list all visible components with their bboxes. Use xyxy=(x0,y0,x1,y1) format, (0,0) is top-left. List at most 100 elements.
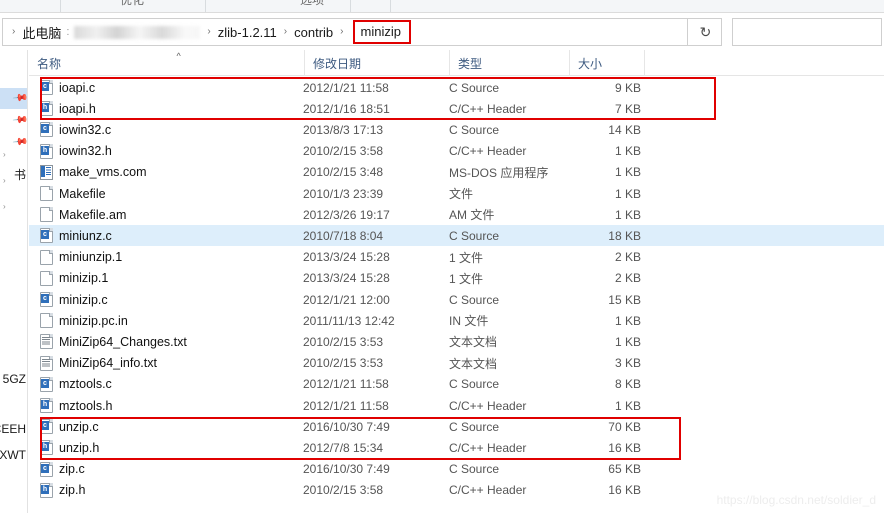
table-row[interactable]: h ioapi.h 2012/1/16 18:51 C/C++ Header 7 KB xyxy=(29,98,884,119)
file-name-cell[interactable]: MiniZip64_Changes.txt xyxy=(40,334,187,350)
nav-expand-chevron-icon[interactable]: › xyxy=(3,202,6,211)
column-header-1[interactable]: 修改日期 xyxy=(304,50,449,76)
breadcrumb-item-contrib[interactable]: contrib xyxy=(292,24,335,41)
ribbon-strip: 优化 选项 xyxy=(0,0,884,13)
table-row[interactable]: miniunzip.1 2013/3/24 15:28 1 文件 2 KB xyxy=(29,247,884,268)
file-type-cell: C/C++ Header xyxy=(449,101,527,116)
table-row[interactable]: MiniZip64_info.txt 2010/2/15 3:53 文本文档 3 KB xyxy=(29,353,884,374)
file-name-cell[interactable]: c zip.c xyxy=(40,461,85,477)
file-size-cell: 1 KB xyxy=(614,186,641,201)
file-name-label: unzip.h xyxy=(59,440,100,455)
file-name-cell[interactable]: miniunzip.1 xyxy=(40,249,123,265)
ribbon-tab-options[interactable]: 选项 xyxy=(300,0,324,8)
table-row[interactable]: c minizip.c 2012/1/21 12:00 C Source 15 KB xyxy=(29,289,884,310)
file-date-cell: 2012/1/21 11:58 xyxy=(303,80,389,95)
file-name-cell[interactable]: minizip.1 xyxy=(40,270,109,286)
file-name-label: minizip.1 xyxy=(59,271,109,286)
refresh-button[interactable]: ↻ xyxy=(690,18,722,46)
file-name-cell[interactable]: c ioapi.c xyxy=(40,80,95,95)
file-name-cell[interactable]: Makefile xyxy=(40,186,106,201)
nav-expand-chevron-icon[interactable]: › xyxy=(3,176,6,185)
file-size-cell: 1 KB xyxy=(614,398,641,413)
watermark: https://blog.csdn.net/soldier_d xyxy=(716,493,876,507)
file-date-cell: 2011/11/13 12:42 xyxy=(303,313,395,328)
table-row[interactable]: c miniunz.c 2010/7/18 8:04 C Source 18 KB xyxy=(29,225,884,247)
table-row[interactable]: h iowin32.h 2010/2/15 3:58 C/C++ Header 1 KB xyxy=(29,141,884,162)
nav-pane-item[interactable]: CEEH xyxy=(0,418,27,439)
column-header-2[interactable]: 类型 xyxy=(449,50,569,76)
file-name-cell[interactable]: MiniZip64_info.txt xyxy=(40,355,157,371)
c-source-icon: c xyxy=(40,122,53,138)
table-row[interactable]: h mztools.h 2012/1/21 11:58 C/C++ Header 1 K… xyxy=(29,395,884,416)
table-row[interactable]: make_vms.com 2010/2/15 3:48 MS-DOS 应用程序 1 K… xyxy=(29,162,884,183)
file-name-cell[interactable]: c iowin32.c xyxy=(40,122,111,138)
file-name-cell[interactable]: h ioapi.h xyxy=(40,101,96,117)
table-row[interactable]: h unzip.h 2012/7/8 15:34 C/C++ Header 16 KB xyxy=(29,437,884,458)
ribbon-tab-optimize[interactable]: 优化 xyxy=(120,0,144,8)
file-name-cell[interactable]: h iowin32.h xyxy=(40,143,112,159)
breadcrumb-blurred-path[interactable] xyxy=(74,25,201,39)
file-name-cell[interactable]: make_vms.com xyxy=(40,164,147,180)
search-box[interactable] xyxy=(732,18,882,46)
file-date-cell: 2012/3/26 19:17 xyxy=(303,207,390,222)
table-row[interactable]: c zip.c 2016/10/30 7:49 C Source 65 KB xyxy=(29,459,884,480)
file-name-label: miniunzip.1 xyxy=(59,250,123,265)
table-row[interactable]: c iowin32.c 2013/8/3 17:13 C Source 14 KB xyxy=(29,119,884,140)
breadcrumb-item-this-pc[interactable]: 此电脑 xyxy=(20,22,63,43)
file-date-cell: 2010/1/3 23:39 xyxy=(303,186,384,201)
column-header-label: 类型 xyxy=(458,56,483,71)
file-date-cell: 2013/8/3 17:13 xyxy=(303,122,384,137)
chevron-right-icon: › xyxy=(207,26,211,37)
file-size-cell: 2 KB xyxy=(614,271,641,286)
nav-pane-item-label: 书 xyxy=(13,168,26,182)
nav-pane-item-label: CEEH xyxy=(0,421,26,436)
navigation-pane[interactable]: 📌 📌 📌 书 5GZ CEEH XWT › › › xyxy=(0,50,28,513)
table-row[interactable]: c ioapi.c 2012/1/21 11:58 C Source 9 KB xyxy=(29,77,884,98)
breadcrumb-item-minizip[interactable]: minizip xyxy=(352,19,411,45)
file-date-cell: 2010/2/15 3:58 xyxy=(303,483,384,498)
breadcrumb[interactable]: › 此电脑 : › zlib-1.2.11 › contrib › minizi… xyxy=(2,18,688,46)
file-name-cell[interactable]: c unzip.c xyxy=(40,419,99,435)
table-row[interactable]: minizip.1 2013/3/24 15:28 1 文件 2 KB xyxy=(29,268,884,289)
nav-pane-item[interactable]: 📌 xyxy=(0,110,27,131)
file-size-cell: 1 KB xyxy=(614,207,641,222)
breadcrumb-colon: : xyxy=(66,26,70,38)
table-row[interactable]: c unzip.c 2016/10/30 7:49 C Source 70 KB xyxy=(29,416,884,437)
table-row[interactable]: Makefile.am 2012/3/26 19:17 AM 文件 1 KB xyxy=(29,204,884,225)
breadcrumb-item-zlib[interactable]: zlib-1.2.11 xyxy=(216,24,279,41)
nav-pane-item[interactable]: 5GZ xyxy=(0,368,27,389)
table-row[interactable]: Makefile 2010/1/3 23:39 文件 1 KB xyxy=(29,183,884,204)
text-file-icon xyxy=(40,334,53,350)
table-row[interactable]: MiniZip64_Changes.txt 2010/2/15 3:53 文本文档 1… xyxy=(29,331,884,352)
file-name-label: zip.h xyxy=(59,483,86,498)
column-header-3[interactable]: 大小 xyxy=(569,50,644,76)
file-date-cell: 2010/7/18 8:04 xyxy=(303,228,384,243)
file-size-cell: 14 KB xyxy=(608,122,641,137)
nav-expand-chevron-icon[interactable]: › xyxy=(3,150,6,159)
nav-pane-item[interactable]: 📌 xyxy=(0,88,27,109)
ribbon-separator xyxy=(390,0,391,12)
nav-pane-item[interactable]: XWT xyxy=(0,444,27,465)
table-row[interactable]: c mztools.c 2012/1/21 11:58 C Source 8 KB xyxy=(29,374,884,395)
file-name-cell[interactable]: c miniunz.c xyxy=(40,228,112,244)
file-type-cell: C/C++ Header xyxy=(449,440,527,455)
table-row[interactable]: minizip.pc.in 2011/11/13 12:42 IN 文件 1 KB xyxy=(29,310,884,331)
file-size-cell: 9 KB xyxy=(614,80,641,95)
search-input[interactable] xyxy=(733,19,881,45)
column-header-label: 修改日期 xyxy=(313,56,362,71)
sort-ascending-icon: ^ xyxy=(176,51,181,61)
file-name-label: zip.c xyxy=(59,462,85,477)
file-name-cell[interactable]: h unzip.h xyxy=(40,440,100,456)
file-size-cell: 16 KB xyxy=(608,483,641,498)
file-name-cell[interactable]: h mztools.h xyxy=(40,398,113,413)
file-name-cell[interactable]: c minizip.c xyxy=(40,292,108,307)
file-type-cell: 1 文件 xyxy=(449,271,484,286)
file-name-cell[interactable]: c mztools.c xyxy=(40,376,112,392)
column-header-0[interactable]: 名称 ^ xyxy=(29,50,304,76)
file-name-cell[interactable]: h zip.h xyxy=(40,482,86,498)
file-name-cell[interactable]: minizip.pc.in xyxy=(40,313,128,329)
file-list[interactable]: c ioapi.c 2012/1/21 11:58 C Source 9 KB h ioap… xyxy=(29,77,884,513)
file-type-cell: AM 文件 xyxy=(449,208,495,223)
file-name-cell[interactable]: Makefile.am xyxy=(40,207,126,223)
file-type-cell: C/C++ Header xyxy=(449,483,527,498)
